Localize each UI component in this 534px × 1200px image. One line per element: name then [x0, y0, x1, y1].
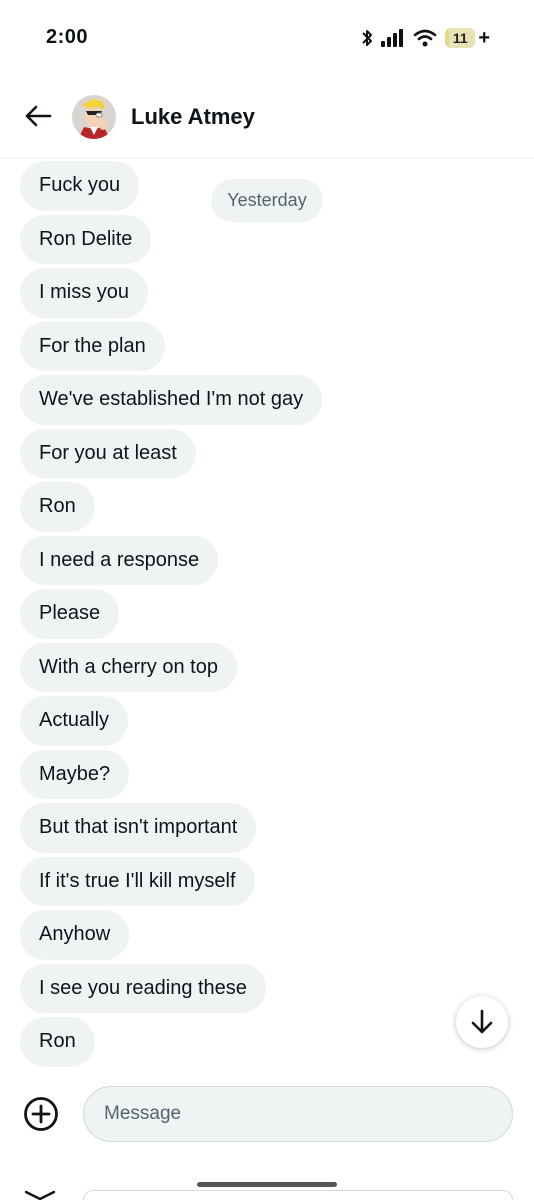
message-bubble[interactable]: If it's true I'll kill myself: [20, 856, 255, 906]
message-bubble[interactable]: I need a response: [20, 535, 219, 585]
bluetooth-icon: [362, 30, 373, 46]
message-bubble[interactable]: Ron: [20, 482, 95, 532]
message-bubble[interactable]: We've established I'm not gay: [20, 375, 323, 425]
date-separator: Yesterday: [211, 179, 323, 222]
battery-level: 11: [452, 30, 468, 46]
chevron-down-icon: [24, 1190, 56, 1200]
conversation-header: Luke Atmey: [0, 76, 534, 158]
message-bubble[interactable]: Anyhow: [20, 910, 130, 960]
message-bubble[interactable]: Please: [20, 589, 120, 639]
avatar[interactable]: [72, 95, 116, 139]
status-time: 2:00: [46, 26, 89, 48]
back-arrow-icon: [25, 105, 52, 127]
status-icons: 11 +: [361, 26, 490, 50]
home-indicator[interactable]: [197, 1182, 337, 1187]
add-media-button[interactable]: [23, 1096, 59, 1132]
message-bubble[interactable]: Fuck you: [20, 161, 140, 211]
contact-name[interactable]: Luke Atmey: [131, 104, 255, 130]
scroll-to-bottom-button[interactable]: [456, 996, 508, 1048]
battery-charging-plus: +: [478, 27, 490, 49]
message-bubble[interactable]: Maybe?: [20, 749, 130, 799]
battery-body: 11: [445, 28, 476, 48]
message-bubble[interactable]: I miss you: [20, 268, 149, 318]
message-bubble[interactable]: But that isn't important: [20, 803, 257, 853]
message-bubble[interactable]: Actually: [20, 696, 129, 746]
scroll-down-arrow-icon: [471, 1009, 493, 1034]
status-bar: 2:00 11 +: [0, 0, 534, 76]
add-circle-icon: [24, 1097, 58, 1131]
message-bubble[interactable]: With a cherry on top: [20, 642, 237, 692]
signal-icon: [381, 29, 404, 47]
battery-fill: [445, 28, 449, 48]
message-bubble[interactable]: For the plan: [20, 321, 165, 371]
message-list[interactable]: Fuck you Ron Delite I miss you For the p…: [0, 159, 534, 1071]
message-bubble[interactable]: Ron: [20, 1017, 95, 1067]
message-bubble[interactable]: For you at least: [20, 428, 196, 478]
secondary-input-edge: [83, 1190, 513, 1200]
wifi-icon: [414, 29, 437, 47]
message-bubble[interactable]: I see you reading these: [20, 963, 266, 1013]
message-bubble[interactable]: Ron Delite: [20, 214, 152, 264]
message-input[interactable]: [83, 1086, 513, 1142]
message-composer: [0, 1072, 534, 1200]
battery-icon: 11 +: [445, 28, 490, 48]
back-button[interactable]: [22, 100, 54, 132]
message-column: Fuck you Ron Delite I miss you For the p…: [20, 161, 323, 1067]
